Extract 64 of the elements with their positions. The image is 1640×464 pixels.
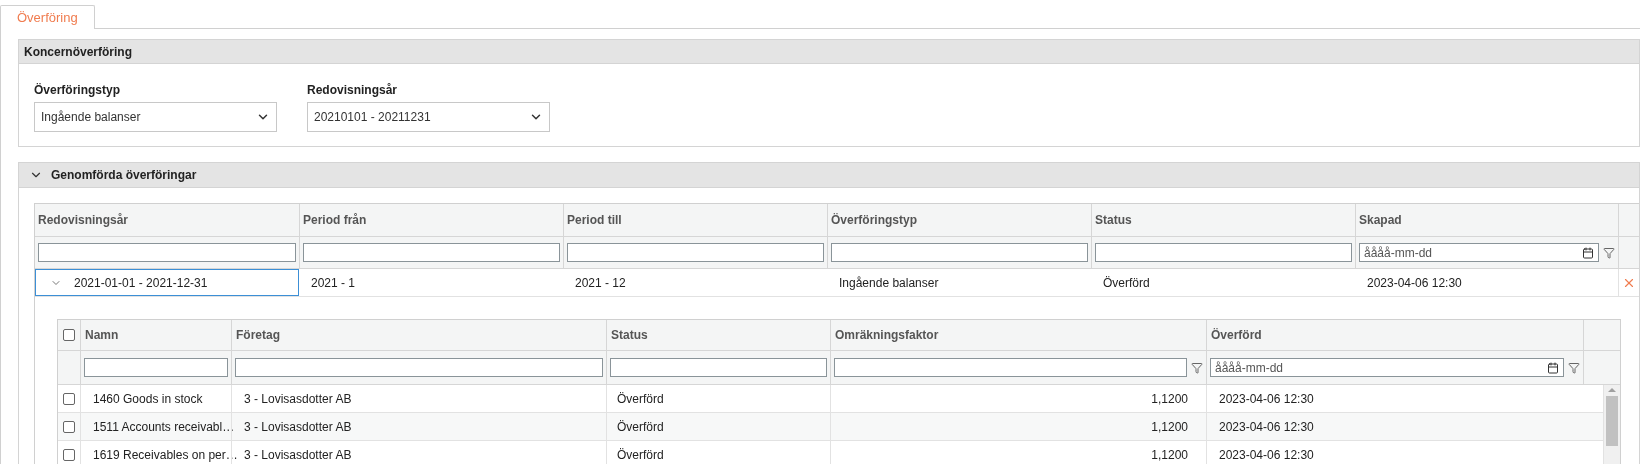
checkbox[interactable] <box>63 329 75 341</box>
filter-field[interactable] <box>1095 243 1352 262</box>
table-cell-text: Överförd <box>617 390 664 408</box>
table-cell-text: Överförd <box>617 446 664 464</box>
select-value: Ingående balanser <box>41 109 141 126</box>
table-cell-text: 1460 Goods in stock <box>93 390 203 408</box>
selected-cell[interactable]: 2021-01-01 - 2021-12-31 <box>35 269 299 296</box>
select-value: 20210101 - 20211231 <box>314 109 431 126</box>
field-label: Redovisningsår <box>307 82 399 99</box>
select-field[interactable]: 20210101 - 20211231 <box>307 102 550 132</box>
filter-icon[interactable] <box>1603 246 1615 259</box>
filter-field[interactable] <box>303 243 560 262</box>
calendar-icon[interactable] <box>1582 246 1594 259</box>
table-cell-text: 3 - Lovisasdotter AB <box>244 390 352 408</box>
column-header[interactable]: Period från <box>303 211 367 229</box>
column-header[interactable]: Status <box>611 326 648 344</box>
table-cell-text: 2023-04-06 12:30 <box>1367 274 1462 292</box>
filter-field[interactable] <box>567 243 824 262</box>
column-header[interactable]: Status <box>1095 211 1132 229</box>
column-header[interactable]: Överförd <box>1211 326 1262 344</box>
column-header[interactable]: Redovisningsår <box>38 211 129 229</box>
table-cell-text: 2023-04-06 12:30 <box>1219 390 1314 408</box>
table-cell-text: 1619 Receivables on per… <box>93 446 238 464</box>
table-cell-text: 2021 - 12 <box>575 274 626 292</box>
table-cell-text: 3 - Lovisasdotter AB <box>244 446 352 464</box>
filter-field[interactable] <box>610 358 827 377</box>
calendar-icon[interactable] <box>1547 361 1559 374</box>
filter-icon[interactable] <box>1191 361 1203 374</box>
date-field[interactable]: åååå-mm-dd <box>1359 243 1599 262</box>
column-header[interactable]: Namn <box>85 326 119 344</box>
table-cell-text: 2023-04-06 12:30 <box>1219 418 1314 436</box>
checkbox[interactable] <box>63 420 75 433</box>
table-cell-text: 2023-04-06 12:30 <box>1219 446 1314 464</box>
date-placeholder: åååå-mm-dd <box>1364 244 1433 262</box>
table-cell-text: 1,1200 <box>1151 446 1188 464</box>
table-cell-text: 1511 Accounts receivabl… <box>93 418 235 436</box>
scrollbar[interactable] <box>1603 385 1620 464</box>
column-header[interactable]: Period till <box>567 211 622 229</box>
filter-icon[interactable] <box>1568 361 1580 374</box>
panel-title: Genomförda överföringar <box>51 167 197 184</box>
field-label: Överföringstyp <box>34 82 121 99</box>
table-cell-text: Överförd <box>617 418 664 436</box>
column-header[interactable]: Skapad <box>1359 211 1402 229</box>
date-placeholder: åååå-mm-dd <box>1215 359 1284 377</box>
table-cell-text: Överförd <box>1103 274 1150 292</box>
table-cell-text: 3 - Lovisasdotter AB <box>244 418 352 436</box>
filter-field[interactable] <box>38 243 296 262</box>
checkbox[interactable] <box>63 448 75 461</box>
filter-field[interactable] <box>834 358 1187 377</box>
date-field[interactable]: åååå-mm-dd <box>1210 358 1564 377</box>
checkbox[interactable] <box>63 392 75 405</box>
panel-title: Koncernöverföring <box>24 43 132 61</box>
column-header[interactable]: Omräkningsfaktor <box>835 326 939 344</box>
table-cell-text: Ingående balanser <box>839 274 939 292</box>
filter-field[interactable] <box>235 358 603 377</box>
filter-field[interactable] <box>84 358 228 377</box>
table-cell-text: 2021-01-01 - 2021-12-31 <box>74 274 208 292</box>
column-header[interactable]: Företag <box>236 326 280 344</box>
table-cell-text: 1,1200 <box>1151 418 1188 436</box>
filter-field[interactable] <box>831 243 1088 262</box>
select-field[interactable]: Ingående balanser <box>34 102 277 132</box>
table-cell-text: 1,1200 <box>1151 390 1188 408</box>
column-header[interactable]: Överföringstyp <box>831 211 917 229</box>
table-cell-text: 2021 - 1 <box>311 274 356 292</box>
